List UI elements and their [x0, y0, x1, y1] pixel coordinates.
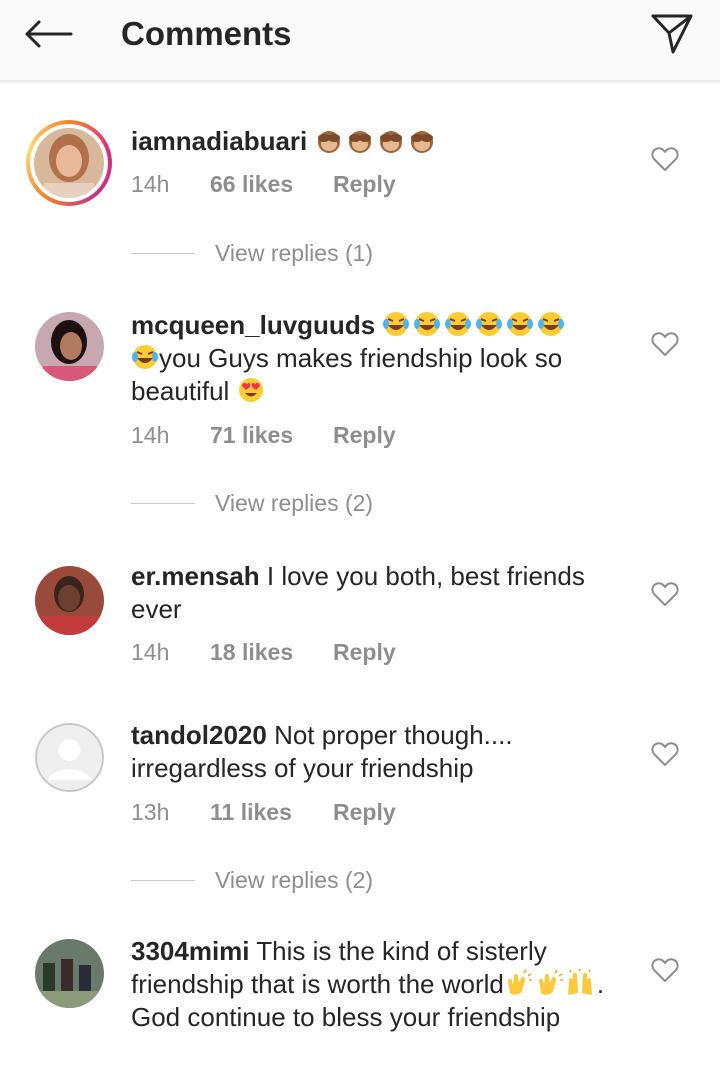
- avatar[interactable]: [35, 723, 104, 792]
- comments-header: Comments: [0, 0, 720, 80]
- back-button[interactable]: [20, 12, 76, 56]
- comment-text: er.mensah I love you both, best friends …: [131, 560, 631, 626]
- view-replies[interactable]: View replies (2): [131, 487, 373, 519]
- view-replies[interactable]: View replies (1): [131, 237, 373, 269]
- comment-likes[interactable]: 11 likes: [210, 796, 333, 828]
- avatar[interactable]: [35, 939, 104, 1008]
- reply-button[interactable]: Reply: [333, 419, 396, 451]
- replies-divider: [131, 879, 195, 881]
- view-replies-label[interactable]: View replies (2): [215, 490, 373, 517]
- avatar[interactable]: [35, 312, 104, 381]
- comment-body: you Guys makes friendship look so beauti…: [131, 343, 563, 406]
- view-replies-label[interactable]: View replies (2): [215, 867, 373, 894]
- comment-text: tandol2020 Not proper though.... irregar…: [131, 719, 631, 785]
- heart-icon[interactable]: [651, 741, 679, 767]
- heart-icon[interactable]: [651, 331, 679, 357]
- comment-username[interactable]: 3304mimi: [131, 936, 250, 966]
- comment-time: 14h: [131, 422, 170, 448]
- heart-icon[interactable]: [651, 581, 679, 607]
- comment-text: iamnadiabuari: [131, 125, 631, 158]
- comment-text: mcqueen_luvguuds you Guys makes friendsh…: [131, 309, 631, 408]
- reply-button[interactable]: Reply: [333, 636, 396, 668]
- share-button[interactable]: [644, 8, 700, 60]
- comment-time: 14h: [131, 639, 170, 665]
- view-replies-label[interactable]: View replies (1): [215, 240, 373, 267]
- comment-likes[interactable]: 71 likes: [210, 419, 333, 451]
- comment-likes[interactable]: 18 likes: [210, 636, 333, 668]
- heart-eyes-icon: [237, 376, 268, 406]
- reply-button[interactable]: Reply: [333, 796, 396, 828]
- comment-time: 14h: [131, 171, 170, 197]
- comment-username[interactable]: mcqueen_luvguuds: [131, 310, 375, 340]
- raised-hands-icon: [566, 969, 597, 999]
- heart-icon[interactable]: [651, 957, 679, 983]
- heart-icon[interactable]: [651, 146, 679, 172]
- clapping-hands-icon: [504, 969, 566, 999]
- replies-divider: [131, 252, 195, 254]
- comment-meta: 14h 71 likes Reply: [131, 419, 396, 451]
- comment-meta: 13h 11 likes Reply: [131, 796, 396, 828]
- arrow-left-icon: [25, 20, 73, 48]
- comment-username[interactable]: er.mensah: [131, 561, 260, 591]
- reply-button[interactable]: Reply: [333, 168, 396, 200]
- comment-meta: 14h 18 likes Reply: [131, 636, 396, 668]
- comment-text: 3304mimi This is the kind of sisterly fr…: [131, 935, 631, 1034]
- send-icon: [651, 14, 693, 54]
- header-divider: [0, 80, 720, 94]
- comment-meta: 14h 66 likes Reply: [131, 168, 396, 200]
- comment-likes[interactable]: 66 likes: [210, 168, 333, 200]
- comment-username[interactable]: tandol2020: [131, 720, 267, 750]
- comment-username[interactable]: iamnadiabuari: [131, 126, 307, 156]
- see-no-evil-monkey-icon: [315, 126, 439, 156]
- view-replies[interactable]: View replies (2): [131, 864, 373, 896]
- replies-divider: [131, 502, 195, 504]
- avatar[interactable]: [26, 120, 112, 206]
- comment-time: 13h: [131, 799, 170, 825]
- page-title: Comments: [121, 15, 292, 52]
- avatar[interactable]: [35, 566, 104, 635]
